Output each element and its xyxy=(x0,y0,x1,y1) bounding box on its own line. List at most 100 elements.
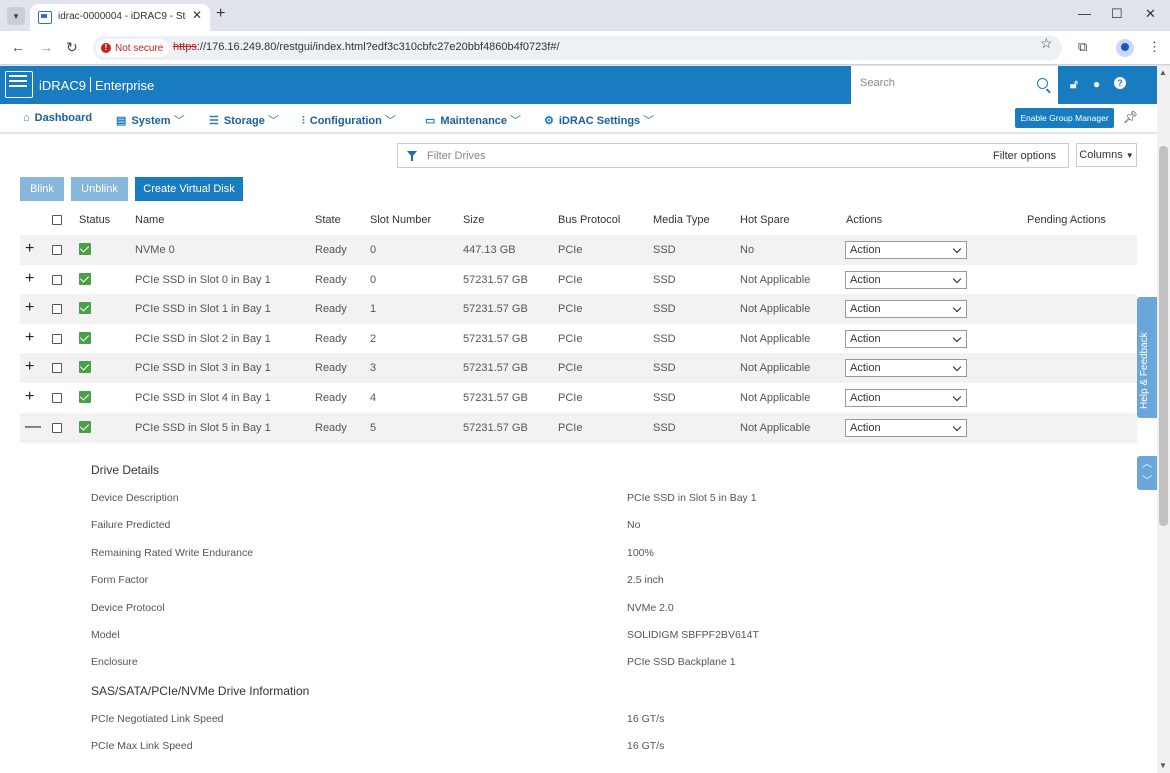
blink-button[interactable]: Blink xyxy=(20,177,64,201)
expand-icon[interactable]: + xyxy=(25,240,34,258)
enable-group-manager-button[interactable]: Enable Group Manager xyxy=(1015,108,1114,128)
filter-drives-box[interactable]: Filter Drives Filter options xyxy=(397,143,1069,168)
col-slot[interactable]: Slot Number xyxy=(370,214,431,226)
address-bar[interactable]: ! Not secure https://176.16.249.80/restg… xyxy=(93,36,1062,60)
status-ok-icon xyxy=(79,302,91,315)
detail-row: Device Description PCIe SSD in Slot 5 in … xyxy=(91,492,991,506)
drive-state: Ready xyxy=(315,273,347,286)
row-checkbox[interactable] xyxy=(52,274,62,285)
window-close-icon[interactable]: ✕ xyxy=(1145,6,1156,22)
help-feedback-tab[interactable]: Help & Feedback xyxy=(1137,297,1157,418)
row-checkbox[interactable] xyxy=(52,393,62,403)
drive-hotspare: Not Applicable xyxy=(740,392,811,404)
action-select[interactable]: Action xyxy=(845,389,967,407)
detail-row: Remaining Rated Write Endurance 100% xyxy=(91,547,991,561)
drive-state: Ready xyxy=(315,303,347,316)
table-row[interactable]: + PCIe SSD in Slot 0 in Bay 1 Ready 0 57231.… xyxy=(20,265,1137,295)
row-checkbox[interactable] xyxy=(52,245,62,255)
new-tab-button[interactable]: + xyxy=(216,5,225,23)
bookmark-star-icon[interactable]: ☆ xyxy=(1040,35,1053,52)
unblink-button[interactable]: Unblink xyxy=(71,177,128,201)
drive-slot: 3 xyxy=(370,362,377,375)
pin-icon[interactable]: 📌︎ xyxy=(1123,110,1138,124)
minimize-icon[interactable]: — xyxy=(1078,6,1091,21)
row-checkbox[interactable] xyxy=(52,422,62,433)
detail-value: 16 GT/s xyxy=(627,740,665,753)
user-icon[interactable]: ● xyxy=(1093,77,1100,91)
expand-icon[interactable]: + xyxy=(25,270,34,288)
status-ok-icon xyxy=(79,272,91,285)
col-name[interactable]: Name xyxy=(135,214,164,226)
columns-dropdown[interactable]: Columns ▼ xyxy=(1076,143,1137,167)
row-checkbox[interactable] xyxy=(52,304,62,315)
drive-state: Ready xyxy=(315,392,347,404)
table-row[interactable]: + PCIe SSD in Slot 1 in Bay 1 Ready 1 57231.… xyxy=(20,294,1137,325)
table-row[interactable]: — PCIe SSD in Slot 5 in Bay 1 Ready 5 57231.… xyxy=(20,412,1137,443)
tab-close-icon[interactable]: ✕ xyxy=(192,8,202,22)
back-icon[interactable]: ← xyxy=(11,39,25,55)
table-row[interactable]: + NVMe 0 Ready 0 447.13 GB PCIe SSD No Action xyxy=(20,235,1137,265)
table-row[interactable]: + PCIe SSD in Slot 4 in Bay 1 Ready 4 57231.… xyxy=(20,383,1137,413)
drive-size: 57231.57 GB xyxy=(463,362,528,375)
col-bus[interactable]: Bus Protocol xyxy=(558,214,620,226)
action-select[interactable]: Action xyxy=(845,359,967,378)
detail-row: Model SOLIDIGM SBFPF2BV614T xyxy=(91,629,991,643)
col-status[interactable]: Status xyxy=(79,214,110,226)
nav-configuration[interactable]: ⫶ Configuration ﹀ xyxy=(302,112,396,128)
not-secure-badge[interactable]: ! Not secure xyxy=(96,39,170,57)
expand-icon[interactable]: + xyxy=(25,299,34,317)
table-row[interactable]: + PCIe SSD in Slot 2 in Bay 1 Ready 2 57231.… xyxy=(20,324,1137,354)
maximize-icon[interactable]: ☐ xyxy=(1111,6,1123,22)
drive-media: SSD xyxy=(653,421,676,434)
drive-info-title: SAS/SATA/PCIe/NVMe Drive Information xyxy=(91,684,310,698)
search-icon[interactable] xyxy=(1037,78,1048,89)
extensions-icon[interactable]: ⧉ xyxy=(1078,39,1087,55)
scroll-down-icon[interactable]: ﹀ xyxy=(1137,473,1157,490)
col-hotspare[interactable]: Hot Spare xyxy=(740,214,790,226)
col-state[interactable]: State xyxy=(315,214,341,226)
lock-icon[interactable]: 🔓︎ xyxy=(1070,77,1078,92)
page-scrollbar[interactable]: ▲ ▼ xyxy=(1157,66,1170,773)
status-ok-icon xyxy=(79,243,91,255)
drive-slot: 4 xyxy=(370,392,377,404)
sliders-icon: ⫶ xyxy=(302,115,305,127)
expand-icon[interactable]: + xyxy=(25,358,34,376)
profile-avatar-icon[interactable] xyxy=(1116,39,1134,57)
status-ok-icon xyxy=(79,361,91,374)
filter-options-link[interactable]: Filter options xyxy=(993,150,1056,162)
search-input[interactable] xyxy=(860,77,1030,89)
create-virtual-disk-button[interactable]: Create Virtual Disk xyxy=(135,177,243,201)
col-size[interactable]: Size xyxy=(463,214,484,226)
action-select[interactable]: Action xyxy=(845,300,967,319)
row-checkbox[interactable] xyxy=(52,333,62,344)
menu-kebab-icon[interactable]: ⋮ xyxy=(1148,39,1161,55)
drive-slot: 0 xyxy=(370,244,377,256)
scrollbar-thumb[interactable] xyxy=(1159,146,1168,526)
drive-size: 57231.57 GB xyxy=(463,273,528,286)
action-select[interactable]: Action xyxy=(845,270,967,289)
table-row[interactable]: + PCIe SSD in Slot 3 in Bay 1 Ready 3 57231.… xyxy=(20,353,1137,384)
nav-maintenance[interactable]: ▭ Maintenance ﹀ xyxy=(425,112,521,128)
status-ok-icon xyxy=(79,420,91,433)
action-select[interactable]: Action xyxy=(845,418,967,437)
help-icon[interactable]: ? xyxy=(1114,77,1126,89)
action-select[interactable]: Action xyxy=(845,241,967,259)
reload-icon[interactable]: ↻ xyxy=(66,39,78,56)
detail-value: No xyxy=(627,519,641,532)
forward-icon[interactable]: → xyxy=(39,39,53,55)
select-all-checkbox[interactable] xyxy=(52,215,62,225)
nav-idrac-settings[interactable]: ⚙ iDRAC Settings ﹀ xyxy=(544,112,654,128)
nav-system[interactable]: ▤ System ﹀ xyxy=(116,112,185,128)
nav-storage[interactable]: ☰ Storage ﹀ xyxy=(209,112,279,128)
collapse-icon[interactable]: — xyxy=(25,418,41,436)
scroll-up-icon[interactable]: ︿ xyxy=(1137,456,1157,473)
row-checkbox[interactable] xyxy=(52,363,62,374)
col-media[interactable]: Media Type xyxy=(653,214,710,226)
expand-icon[interactable]: + xyxy=(25,329,34,347)
action-select[interactable]: Action xyxy=(845,329,967,348)
nav-dashboard[interactable]: ⌂ Dashboard xyxy=(23,112,92,124)
tab-search-icon[interactable]: ▾ xyxy=(7,7,25,25)
drive-name: PCIe SSD in Slot 3 in Bay 1 xyxy=(135,362,271,375)
browser-tab[interactable]: idrac-0000004 - iDRAC9 - Stora ✕ xyxy=(30,4,210,31)
expand-icon[interactable]: + xyxy=(25,388,34,406)
